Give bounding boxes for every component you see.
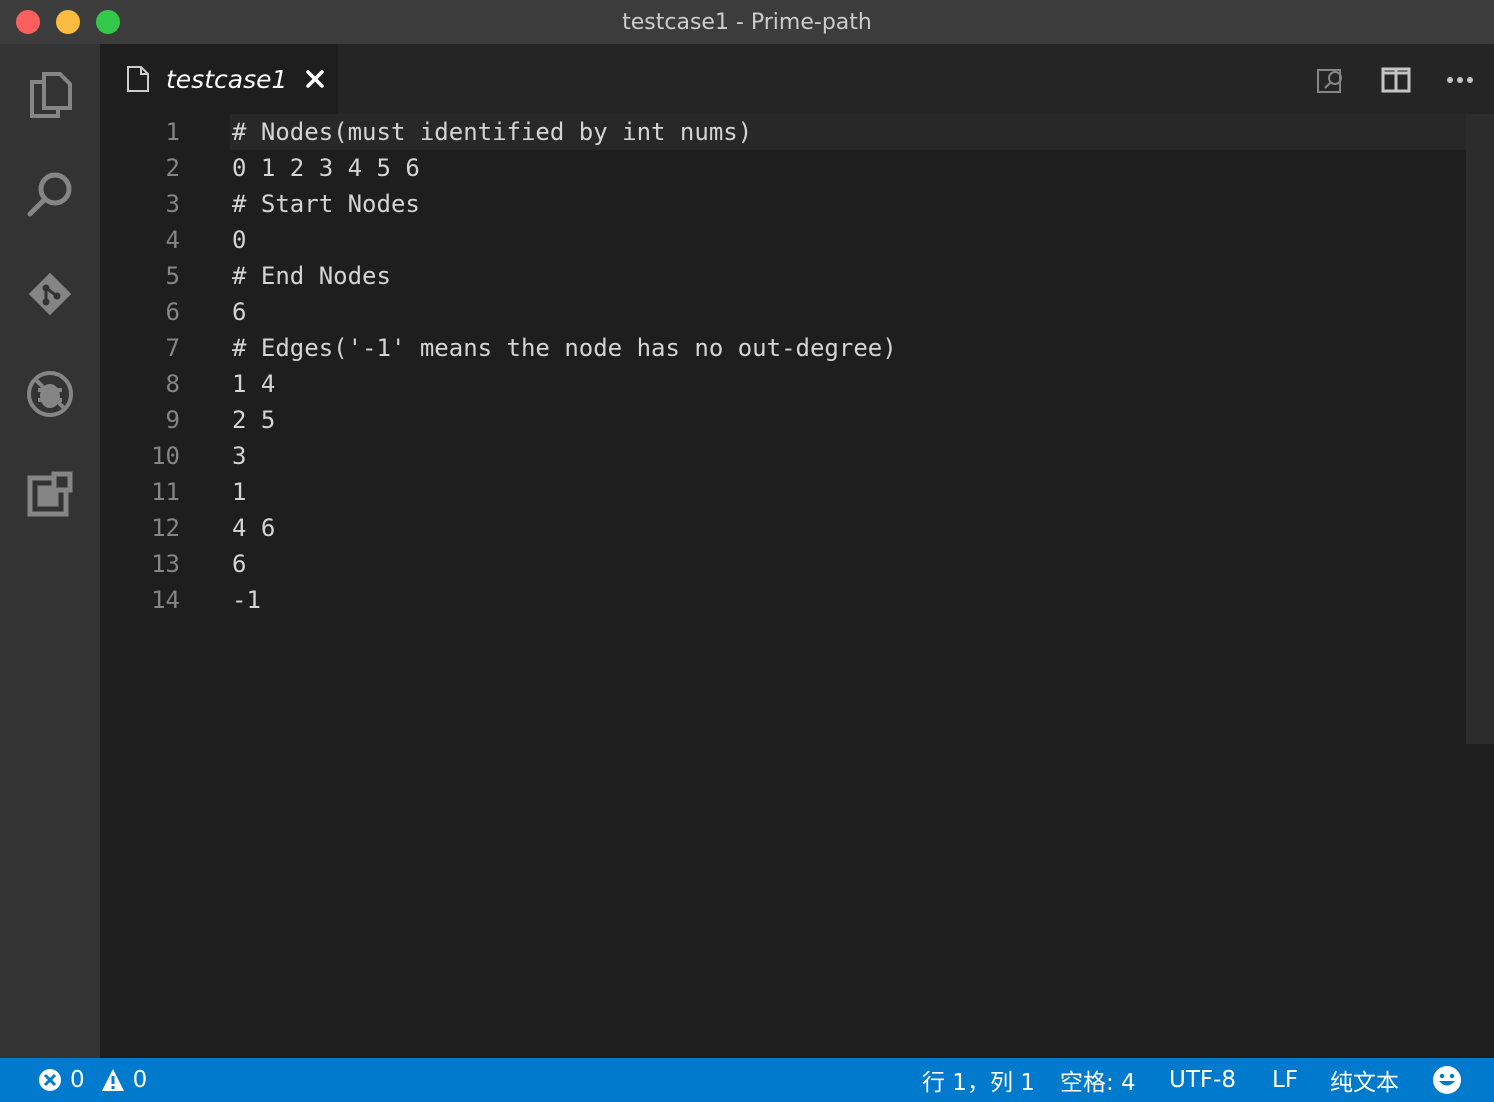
code-line[interactable]: 40 [100, 222, 1466, 258]
line-text[interactable]: 6 [232, 298, 246, 326]
tab-testcase1[interactable]: testcase1 [100, 44, 338, 114]
tabs-bar: testcase1 [100, 44, 1494, 114]
code-line[interactable]: 5 # End Nodes [100, 258, 1466, 294]
line-text[interactable]: -1 [232, 586, 261, 614]
feedback-smiley-icon[interactable] [1432, 1058, 1462, 1102]
line-text[interactable]: # Start Nodes [232, 190, 420, 218]
line-text[interactable]: 4 6 [232, 514, 275, 542]
line-number: 12 [151, 514, 180, 542]
code-line[interactable]: 11 1 [100, 474, 1466, 510]
code-line[interactable]: 66 [100, 294, 1466, 330]
code-line[interactable]: 14 -1 [100, 582, 1466, 618]
line-number: 4 [165, 226, 180, 254]
line-text[interactable]: 0 [232, 226, 246, 254]
line-text[interactable]: 0 1 2 3 4 5 6 [232, 154, 420, 182]
line-text[interactable]: 6 [232, 550, 246, 578]
tab-label: testcase1 [166, 64, 288, 94]
code-line[interactable]: 2 0 1 2 3 4 5 6 [100, 150, 1466, 186]
warning-icon [101, 1069, 124, 1091]
explorer-icon[interactable] [22, 66, 78, 122]
line-text[interactable]: # End Nodes [232, 262, 391, 290]
line-number: 13 [151, 550, 180, 578]
line-text[interactable]: 1 [232, 478, 246, 506]
code-line[interactable]: 9 2 5 [100, 402, 1466, 438]
line-text[interactable]: # Edges('-1' means the node has no out-d… [232, 334, 897, 362]
activity-bar [0, 44, 100, 1058]
line-number: 3 [165, 190, 180, 218]
line-number: 5 [165, 262, 180, 290]
line-number: 10 [151, 442, 180, 470]
code-line[interactable]: 13 6 [100, 546, 1466, 582]
encoding-status[interactable]: UTF-8 [1169, 1058, 1236, 1102]
code-line[interactable]: 12 4 6 [100, 510, 1466, 546]
cursor-position-status[interactable]: 行 1，列 1 [922, 1058, 1035, 1102]
error-icon [39, 1069, 61, 1091]
window-title: testcase1 - Prime-path [622, 9, 872, 35]
line-number: 11 [151, 478, 180, 506]
language-mode-status[interactable]: 纯文本 [1330, 1058, 1399, 1102]
source-control-icon[interactable] [22, 266, 78, 322]
line-number: 1 [165, 118, 180, 146]
close-window-button[interactable] [16, 10, 40, 34]
problems-status[interactable]: 0 0 [38, 1058, 147, 1102]
line-text[interactable]: 2 5 [232, 406, 275, 434]
debug-icon[interactable] [22, 366, 78, 422]
editor-scrollbar[interactable] [1466, 114, 1494, 744]
line-number: 14 [151, 586, 180, 614]
title-bar: testcase1 - Prime-path [0, 0, 1494, 44]
indentation-status[interactable]: 空格: 4 [1060, 1058, 1136, 1102]
close-icon[interactable] [305, 69, 325, 89]
code-line[interactable]: 7 # Edges('-1' means the node has no out-… [100, 330, 1466, 366]
code-line[interactable]: 1 # Nodes(must identified by int nums) [100, 114, 1466, 150]
code-line[interactable]: 10 3 [100, 438, 1466, 474]
eol-status[interactable]: LF [1272, 1058, 1298, 1102]
line-number: 2 [165, 154, 180, 182]
window-controls [16, 10, 120, 34]
error-count: 0 [70, 1067, 85, 1093]
extensions-icon[interactable] [22, 466, 78, 522]
line-text[interactable]: 1 4 [232, 370, 275, 398]
open-preview-icon[interactable] [1316, 64, 1348, 96]
warning-count: 0 [132, 1067, 148, 1093]
line-text[interactable]: # Nodes(must identified by int nums) [232, 118, 752, 146]
line-number: 7 [165, 334, 180, 362]
code-line[interactable]: 8 1 4 [100, 366, 1466, 402]
minimize-window-button[interactable] [56, 10, 80, 34]
file-icon [127, 66, 149, 92]
line-number: 9 [165, 406, 180, 434]
search-icon[interactable] [22, 166, 78, 222]
more-actions-icon[interactable] [1444, 64, 1476, 96]
code-line[interactable]: 3 # Start Nodes [100, 186, 1466, 222]
split-editor-icon[interactable] [1380, 64, 1412, 96]
line-number: 6 [165, 298, 180, 326]
editor-area[interactable]: 1 # Nodes(must identified by int nums) 2 0 … [100, 114, 1494, 1058]
maximize-window-button[interactable] [96, 10, 120, 34]
line-text[interactable]: 3 [232, 442, 246, 470]
status-bar: 0 0 行 1，列 1 空格: 4 UTF-8 LF 纯文本 [0, 1058, 1494, 1102]
line-number: 8 [165, 370, 180, 398]
